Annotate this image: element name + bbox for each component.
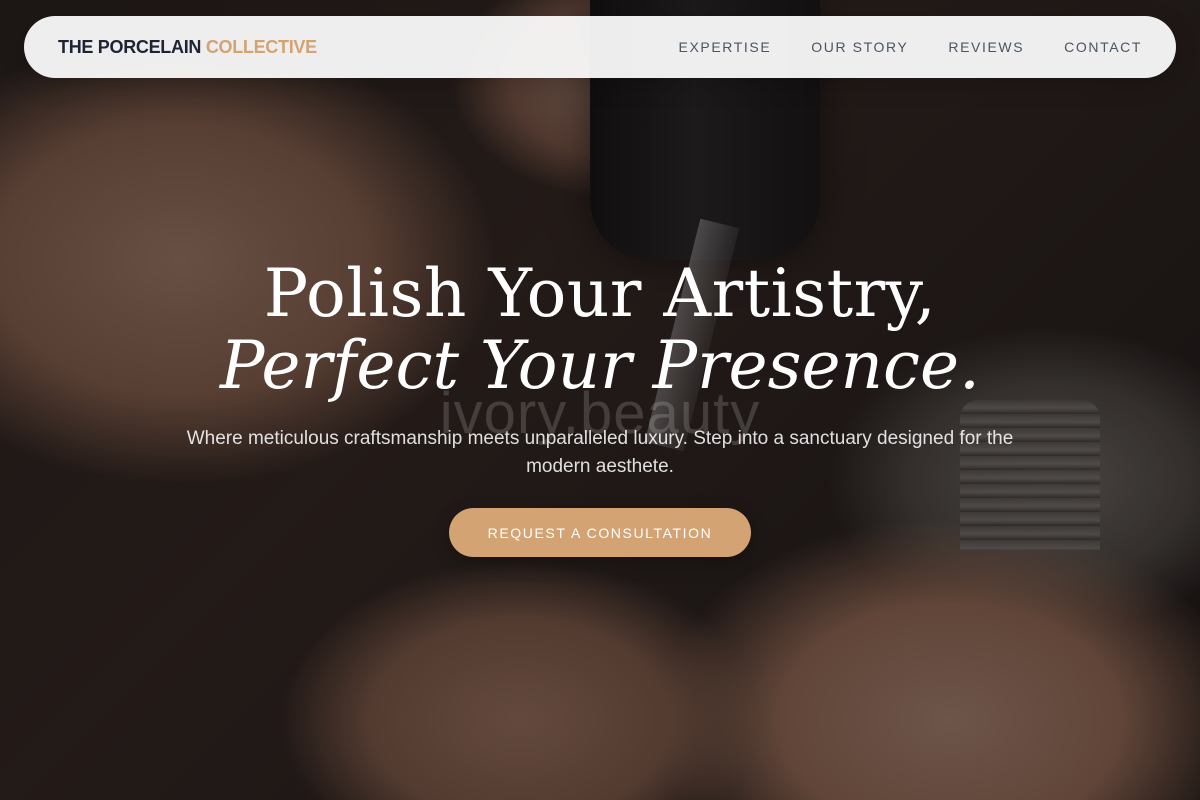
hero-headline-line1: Polish Your Artistry, [263,255,937,332]
nav-link-expertise[interactable]: EXPERTISE [639,39,772,55]
navbar: THE PORCELAIN COLLECTIVE EXPERTISE OUR S… [24,16,1176,78]
nav-link-contact[interactable]: CONTACT [1024,39,1142,55]
brand-primary: THE PORCELAIN [58,36,202,57]
brand-logo-link[interactable]: THE PORCELAIN COLLECTIVE [58,37,317,58]
hero-headline: Polish Your Artistry, Perfect Your Prese… [0,258,1200,402]
nav-links: EXPERTISE OUR STORY REVIEWS CONTACT [639,39,1142,55]
hero-headline-line2: Perfect Your Presence. [219,327,981,404]
hero-subtext: Where meticulous craftsmanship meets unp… [186,428,1014,477]
nav-link-reviews[interactable]: REVIEWS [908,39,1024,55]
hero-section: ivory.beauty Polish Your Artistry, Perfe… [0,0,1200,800]
brand-accent: COLLECTIVE [205,36,317,57]
nav-link-our-story[interactable]: OUR STORY [771,39,908,55]
request-consultation-button[interactable]: REQUEST A CONSULTATION [449,508,751,557]
